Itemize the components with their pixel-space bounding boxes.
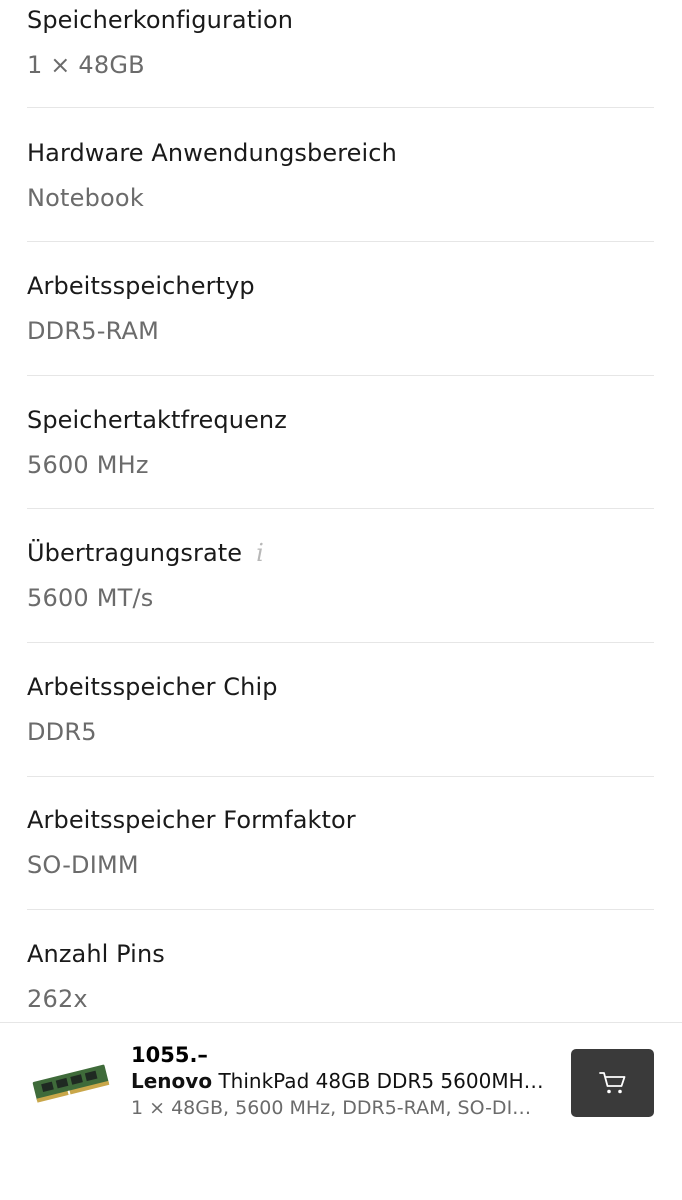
spec-label: Anzahl Pins: [27, 940, 165, 968]
spec-value: SO-DIMM: [27, 851, 139, 879]
spec-label: Speichertaktfrequenz: [27, 406, 287, 434]
shopping-cart-icon: [598, 1072, 625, 1094]
spec-value: 1 × 48GB: [27, 51, 145, 79]
spec-label: Übertragungsrate i: [27, 539, 264, 567]
spec-label: Speicherkonfiguration: [27, 6, 294, 34]
product-specs-page: Speicherkonfiguration 1 × 48GB Hardware …: [0, 0, 682, 1200]
spec-value: DDR5-RAM: [27, 317, 159, 345]
spec-label: Arbeitsspeicher Chip: [27, 673, 278, 701]
spec-value: DDR5: [27, 718, 97, 746]
spec-label: Hardware Anwendungsbereich: [27, 139, 397, 167]
spec-row-speicherkonfiguration: Speicherkonfiguration 1 × 48GB: [27, 0, 654, 108]
product-brand: Lenovo: [131, 1069, 213, 1093]
spec-value: Notebook: [27, 184, 144, 212]
info-icon[interactable]: i: [256, 539, 264, 567]
spec-value: 262x: [27, 985, 88, 1013]
spec-label: Arbeitsspeichertyp: [27, 272, 255, 300]
spec-label: Arbeitsspeicher Formfaktor: [27, 806, 356, 834]
product-name: ThinkPad 48GB DDR5 5600MHz SO-DIMM: [218, 1069, 551, 1093]
sticky-buy-bar: 1055.– Lenovo ThinkPad 48GB DDR5 5600MHz…: [0, 1022, 682, 1200]
spec-row-speichertaktfrequenz: Speichertaktfrequenz 5600 MHz: [27, 375, 654, 509]
ram-module-image: [32, 1064, 110, 1103]
add-to-cart-button[interactable]: [571, 1049, 654, 1117]
spec-row-hardware-anwendungsbereich: Hardware Anwendungsbereich Notebook: [27, 108, 654, 242]
spec-row-uebertragungsrate: Übertragungsrate i 5600 MT/s: [27, 509, 654, 643]
spec-row-arbeitsspeicher-formfaktor: Arbeitsspeicher Formfaktor SO-DIMM: [27, 776, 654, 910]
spec-row-arbeitsspeichertyp: Arbeitsspeichertyp DDR5-RAM: [27, 242, 654, 376]
product-subtitle: 1 × 48GB, 5600 MHz, DDR5-RAM, SO-DIMM: [131, 1097, 543, 1119]
spec-value: 5600 MHz: [27, 451, 149, 479]
product-price: 1055.–: [131, 1043, 208, 1067]
spec-value: 5600 MT/s: [27, 584, 154, 612]
spec-label-text: Übertragungsrate: [27, 539, 243, 567]
spec-row-arbeitsspeicher-chip: Arbeitsspeicher Chip DDR5: [27, 643, 654, 777]
product-title[interactable]: Lenovo ThinkPad 48GB DDR5 5600MHz SO-DIM…: [131, 1069, 551, 1093]
